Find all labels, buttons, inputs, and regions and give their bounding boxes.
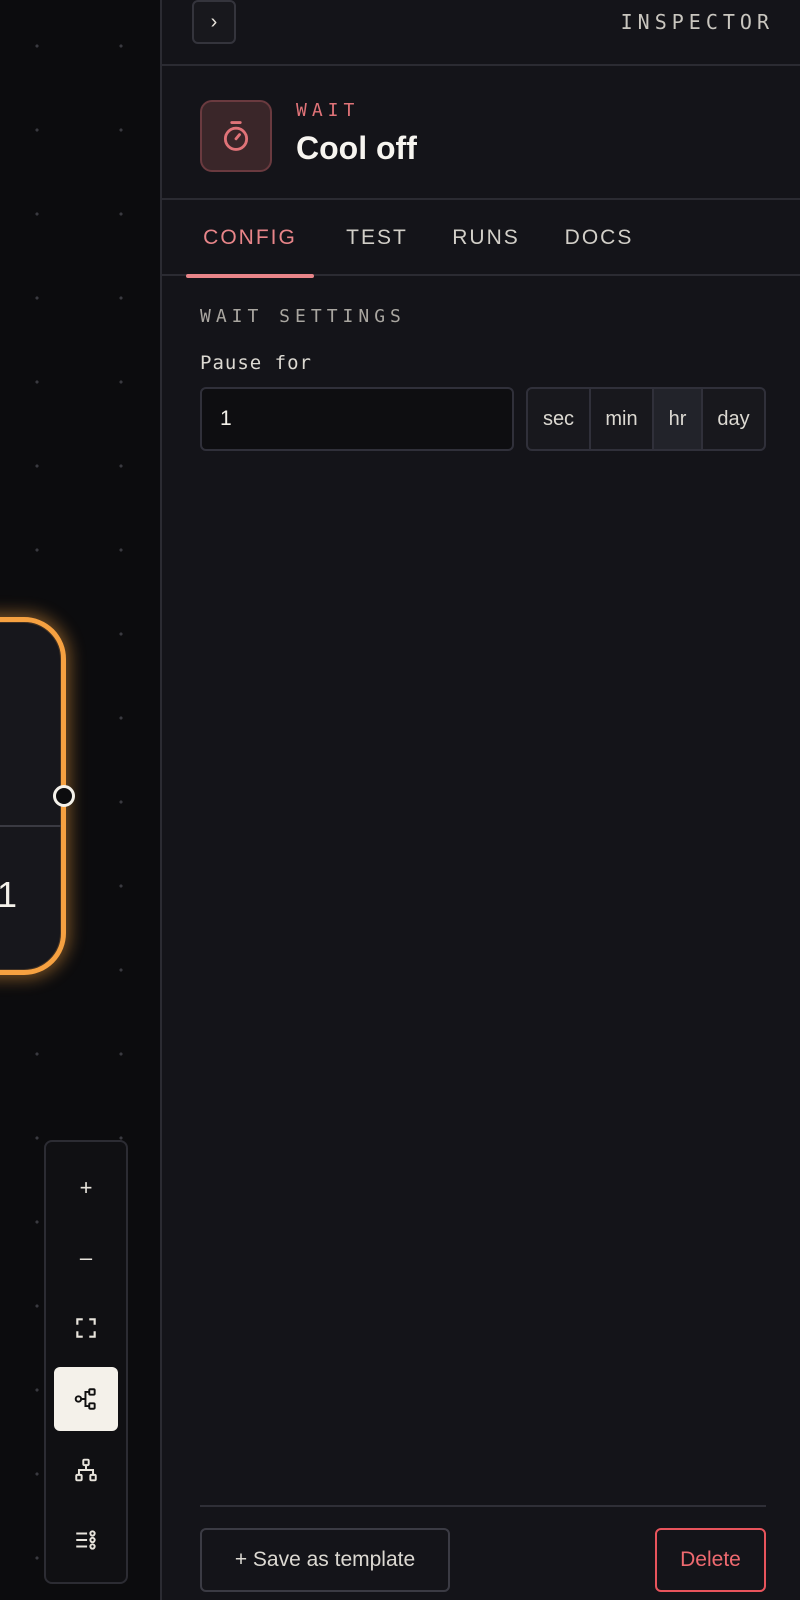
collapse-panel-button[interactable]: › — [192, 0, 236, 44]
node-kind-label: WAIT — [296, 100, 360, 121]
chevron-right-icon: › — [210, 10, 218, 33]
node-header: WAIT Cool off — [162, 66, 800, 200]
footer-divider — [200, 1505, 766, 1507]
node-type-badge — [200, 100, 272, 172]
vertical-layout-button[interactable] — [54, 1438, 118, 1502]
delete-button[interactable]: Delete — [655, 1528, 766, 1592]
node-output-handle[interactable] — [53, 785, 75, 807]
horizontal-layout-button[interactable] — [54, 1367, 118, 1431]
panel-title: INSPECTOR — [620, 10, 774, 34]
node-divider — [0, 825, 61, 827]
unit-hr[interactable]: hr — [654, 389, 703, 449]
unit-min[interactable]: min — [591, 389, 654, 449]
minus-icon: – — [79, 1245, 93, 1270]
timer-icon — [223, 121, 249, 151]
inspector-tabs: CONFIG TEST RUNS DOCS — [162, 200, 800, 278]
section-label: WAIT SETTINGS — [200, 306, 406, 327]
inspector-topbar: › INSPECTOR — [162, 0, 800, 66]
tab-test[interactable]: TEST — [334, 200, 420, 276]
unit-day[interactable]: day — [703, 389, 764, 449]
horizontal-layout-icon — [74, 1388, 96, 1410]
inspector-panel: › INSPECTOR WAIT Cool off CONFIG TEST RU… — [160, 0, 800, 1600]
fit-view-icon — [76, 1318, 96, 1338]
save-as-template-button[interactable]: + Save as template — [200, 1528, 450, 1592]
zoom-in-button[interactable]: + — [54, 1156, 118, 1220]
list-view-button[interactable] — [54, 1508, 118, 1572]
fit-view-button[interactable] — [54, 1296, 118, 1360]
tab-docs[interactable]: DOCS — [552, 200, 646, 276]
pause-for-label: Pause for — [200, 352, 312, 374]
list-view-icon — [76, 1530, 96, 1550]
canvas-controls: + – — [44, 1140, 128, 1584]
tab-runs[interactable]: RUNS — [440, 200, 532, 276]
plus-icon: + — [79, 1175, 93, 1200]
vertical-layout-icon — [75, 1458, 97, 1482]
node-name[interactable]: Cool off — [296, 130, 417, 167]
tab-config[interactable]: CONFIG — [186, 200, 314, 278]
time-unit-selector: sec min hr day — [526, 387, 766, 451]
unit-sec[interactable]: sec — [528, 389, 591, 449]
pause-duration-input[interactable] — [200, 387, 514, 451]
flow-canvas[interactable]: 1 + – — [0, 0, 160, 1600]
zoom-out-button[interactable]: – — [54, 1226, 118, 1290]
node-value: 1 — [0, 874, 17, 915]
